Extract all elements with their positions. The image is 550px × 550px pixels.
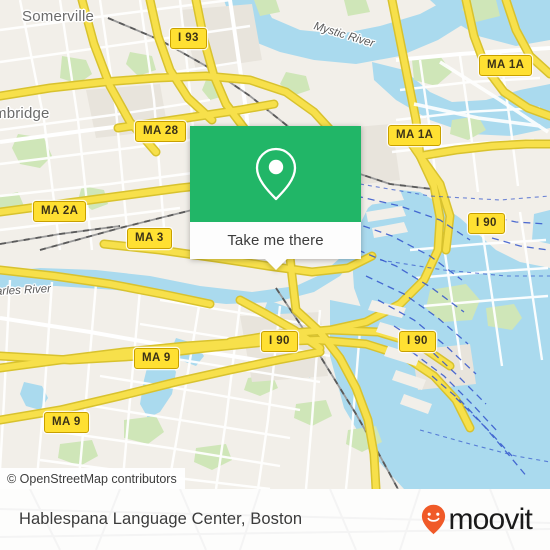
map-attribution[interactable]: © OpenStreetMap contributors [0,468,185,489]
highway-shield-ma28[interactable]: MA 28 [135,121,187,142]
highway-shield-ma9-north[interactable]: MA 9 [134,348,179,369]
moovit-map-page: Somerville mbridge Mystic River arles Ri… [0,0,550,550]
map-canvas[interactable]: Somerville mbridge Mystic River arles Ri… [0,0,550,489]
moovit-logo[interactable]: moovit [421,502,533,536]
moovit-wordmark: moovit [448,502,532,536]
location-popup-card[interactable]: Take me there [190,126,361,270]
highway-shield-ma9-south[interactable]: MA 9 [44,412,89,433]
highway-shield-ma3[interactable]: MA 3 [127,228,172,249]
popup-icon-area [190,126,361,222]
highway-shield-ma1a-mid[interactable]: MA 1A [388,125,442,146]
popup-pointer-tail [264,259,287,270]
highway-shield-i90-south[interactable]: I 90 [399,331,436,352]
moovit-pin-smiley-icon [422,504,446,535]
highway-shield-ma1a-north[interactable]: MA 1A [479,55,533,76]
take-me-there-button[interactable]: Take me there [190,222,361,259]
highway-shield-i90-center[interactable]: I 90 [261,331,298,352]
highway-shield-ma2a[interactable]: MA 2A [33,201,87,222]
map-pin-icon [255,147,296,201]
page-title: Hablespana Language Center, Boston [19,510,303,528]
attribution-text: © OpenStreetMap contributors [7,471,177,486]
highway-shield-i93[interactable]: I 93 [170,28,207,49]
footer-bar: Hablespana Language Center, Boston moovi… [0,489,550,550]
highway-shield-i90-east[interactable]: I 90 [468,213,505,234]
take-me-there-label: Take me there [227,232,324,249]
